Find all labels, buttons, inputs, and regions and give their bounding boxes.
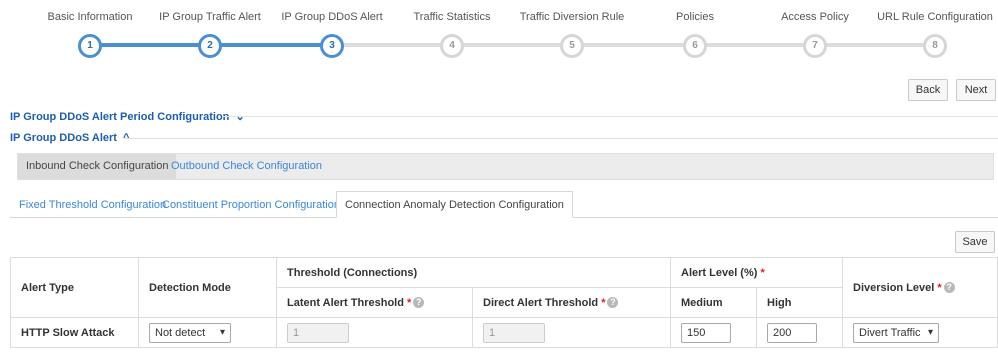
step-connector bbox=[210, 43, 332, 47]
step-label-traffic-statistics[interactable]: Traffic Statistics bbox=[413, 11, 490, 23]
detection-mode-select[interactable]: Not detect ▾ bbox=[149, 322, 231, 343]
header-high: High bbox=[756, 287, 843, 318]
required-mark: * bbox=[937, 281, 942, 294]
step-connector bbox=[332, 43, 935, 47]
header-latent-threshold: Latent Alert Threshold *? bbox=[276, 287, 473, 318]
required-mark: * bbox=[760, 266, 765, 279]
chevron-down-icon: ▾ bbox=[219, 326, 225, 338]
tab-constituent-proportion[interactable]: Constituent Proportion Configuration? bbox=[162, 193, 353, 218]
header-threshold-group: Threshold (Connections) bbox=[276, 257, 671, 288]
cell-diversion-level: Divert Traffic ▾ bbox=[842, 317, 998, 348]
header-alert-level-label: Alert Level (%) bbox=[681, 266, 758, 279]
divider bbox=[124, 138, 998, 139]
cell-latent-threshold: 1 bbox=[276, 317, 473, 348]
step-circle-5[interactable]: 5 bbox=[560, 34, 584, 58]
step-label-basic-information[interactable]: Basic Information bbox=[48, 11, 133, 23]
header-direct-threshold: Direct Alert Threshold *? bbox=[472, 287, 671, 318]
cell-detection-mode: Not detect ▾ bbox=[138, 317, 277, 348]
section-alert-title: IP Group DDoS Alert bbox=[10, 132, 117, 144]
header-direct-threshold-label: Direct Alert Threshold bbox=[483, 296, 599, 309]
header-diversion-level: Diversion Level *? bbox=[842, 257, 998, 318]
step-label-ip-group-traffic-alert[interactable]: IP Group Traffic Alert bbox=[159, 11, 261, 23]
step-circle-3[interactable]: 3 bbox=[320, 34, 344, 58]
step-circle-6[interactable]: 6 bbox=[683, 34, 707, 58]
header-alert-level: Alert Level (%) * bbox=[670, 257, 843, 288]
wizard-progress: Basic Information IP Group Traffic Alert… bbox=[0, 0, 998, 70]
chevron-down-icon: ⌄ bbox=[235, 111, 245, 123]
tab-connection-anomaly[interactable]: Connection Anomaly Detection Configurati… bbox=[336, 191, 573, 218]
step-connector bbox=[90, 43, 210, 47]
section-period-title: IP Group DDoS Alert Period Configuration bbox=[10, 111, 230, 123]
header-diversion-level-label: Diversion Level bbox=[853, 281, 935, 294]
help-icon[interactable]: ? bbox=[413, 297, 425, 309]
high-level-input[interactable]: 200 bbox=[767, 322, 817, 343]
direction-tab-bar: Inbound Check Configuration Outbound Che… bbox=[17, 153, 994, 180]
medium-level-input[interactable]: 150 bbox=[681, 322, 731, 343]
help-icon[interactable]: ? bbox=[607, 297, 619, 309]
step-circle-4[interactable]: 4 bbox=[440, 34, 464, 58]
tab-constituent-proportion-label: Constituent Proportion Configuration bbox=[162, 199, 340, 211]
header-alert-type: Alert Type bbox=[10, 257, 139, 318]
chevron-down-icon: ▾ bbox=[927, 326, 933, 338]
step-circle-8[interactable]: 8 bbox=[923, 34, 947, 58]
cell-high: 200 bbox=[756, 317, 843, 348]
tab-fixed-threshold[interactable]: Fixed Threshold Configuration bbox=[19, 193, 166, 218]
required-mark: * bbox=[601, 296, 606, 309]
step-label-ip-group-ddos-alert[interactable]: IP Group DDoS Alert bbox=[281, 11, 382, 23]
detection-mode-value: Not detect bbox=[155, 326, 206, 339]
diversion-level-select[interactable]: Divert Traffic ▾ bbox=[853, 322, 939, 343]
step-label-url-rule-configuration[interactable]: URL Rule Configuration bbox=[877, 11, 993, 23]
header-medium: Medium bbox=[670, 287, 757, 318]
latent-threshold-input[interactable]: 1 bbox=[287, 322, 349, 343]
section-period-header[interactable]: IP Group DDoS Alert Period Configuration… bbox=[10, 110, 245, 123]
direct-threshold-input[interactable]: 1 bbox=[483, 322, 545, 343]
save-button[interactable]: Save bbox=[955, 231, 995, 253]
required-mark: * bbox=[407, 296, 412, 309]
cell-direct-threshold: 1 bbox=[472, 317, 671, 348]
step-label-policies[interactable]: Policies bbox=[676, 11, 714, 23]
step-circle-1[interactable]: 1 bbox=[78, 34, 102, 58]
alert-config-table: Alert Type Detection Mode Threshold (Con… bbox=[10, 257, 998, 348]
help-icon[interactable]: ? bbox=[943, 282, 955, 294]
step-label-traffic-diversion-rule[interactable]: Traffic Diversion Rule bbox=[520, 11, 625, 23]
diversion-level-value: Divert Traffic bbox=[859, 326, 921, 339]
step-circle-7[interactable]: 7 bbox=[803, 34, 827, 58]
section-alert-header[interactable]: IP Group DDoS Alert ^ bbox=[10, 132, 129, 144]
next-button[interactable]: Next bbox=[956, 79, 996, 101]
back-button[interactable]: Back bbox=[908, 79, 948, 101]
header-latent-threshold-label: Latent Alert Threshold bbox=[287, 296, 404, 309]
table-row: HTTP Slow Attack Not detect ▾ 1 1 150 20… bbox=[10, 317, 998, 348]
cell-medium: 150 bbox=[670, 317, 757, 348]
cell-alert-type: HTTP Slow Attack bbox=[10, 317, 139, 348]
header-detection-mode: Detection Mode bbox=[138, 257, 277, 318]
step-circle-2[interactable]: 2 bbox=[198, 34, 222, 58]
divider bbox=[222, 116, 998, 117]
tab-outbound-check[interactable]: Outbound Check Configuration bbox=[163, 154, 330, 179]
step-label-access-policy[interactable]: Access Policy bbox=[781, 11, 849, 23]
tab-inbound-check[interactable]: Inbound Check Configuration bbox=[18, 154, 177, 179]
